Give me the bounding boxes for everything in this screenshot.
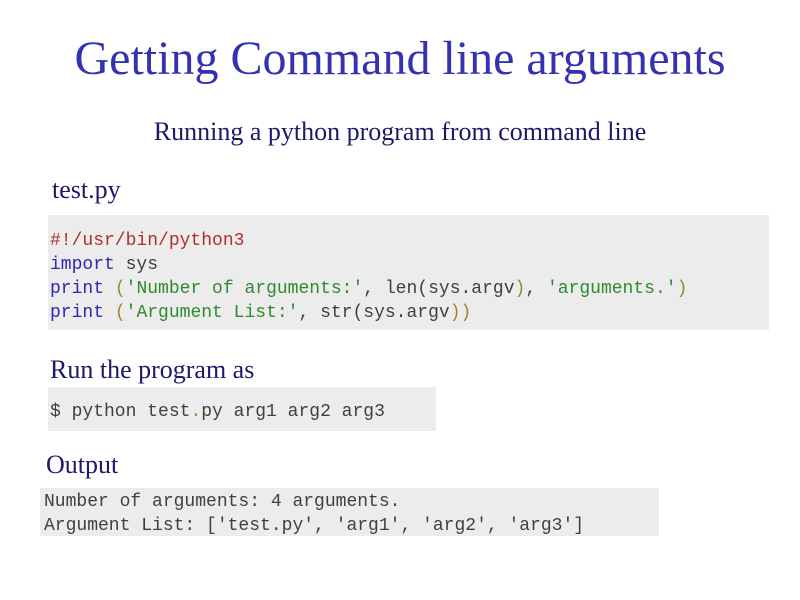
print-keyword: print xyxy=(50,279,105,299)
run-heading: Run the program as xyxy=(50,355,255,384)
close-paren: )) xyxy=(449,303,472,323)
output-line-count: Number of arguments: 4 arguments. xyxy=(44,492,401,512)
str-call: , str(sys.argv xyxy=(298,303,450,323)
open-paren: ( xyxy=(114,279,126,299)
string-literal: 'Number of arguments:' xyxy=(125,279,364,299)
close-paren: ) xyxy=(676,279,688,299)
source-code-block: #!/usr/bin/python3 import sys print ('Numb… xyxy=(48,215,769,330)
import-module: sys xyxy=(114,255,159,275)
close-paren: ) xyxy=(514,279,526,299)
output-heading: Output xyxy=(46,450,119,479)
output-block: Number of arguments: 4 arguments. Argumen… xyxy=(40,488,659,536)
string-literal: 'arguments.' xyxy=(546,279,677,299)
output-line-list: Argument List: ['test.py', 'arg1', 'arg2… xyxy=(44,516,585,536)
code-line-print-count: print ('Number of arguments:', len(sys.a… xyxy=(50,277,769,301)
code-comma: , xyxy=(525,279,547,299)
command-args: py arg1 arg2 arg3 xyxy=(201,402,385,422)
run-command-line: $ python test.py arg1 arg2 arg3 xyxy=(50,400,436,424)
file-name-heading: test.py xyxy=(52,175,121,204)
print-keyword: print xyxy=(50,303,105,323)
slide-title: Getting Command line arguments xyxy=(74,32,726,85)
import-keyword: import xyxy=(50,255,115,275)
code-line-import: import sys xyxy=(50,253,769,277)
command-text: $ python test xyxy=(50,402,191,422)
command-dot: . xyxy=(190,402,202,422)
string-literal: 'Argument List:' xyxy=(125,303,299,323)
slide-subtitle: Running a python program from command li… xyxy=(153,117,647,146)
len-call: , len(sys.argv xyxy=(363,279,515,299)
code-line-print-list: print ('Argument List:', str(sys.argv)) xyxy=(50,301,769,325)
run-command-block: $ python test.py arg1 arg2 arg3 xyxy=(48,387,436,431)
code-line-shebang: #!/usr/bin/python3 xyxy=(50,229,769,253)
slide: Getting Command line arguments Running a… xyxy=(0,0,800,600)
open-paren: ( xyxy=(114,303,126,323)
shebang-comment: #!/usr/bin/python3 xyxy=(50,231,245,251)
